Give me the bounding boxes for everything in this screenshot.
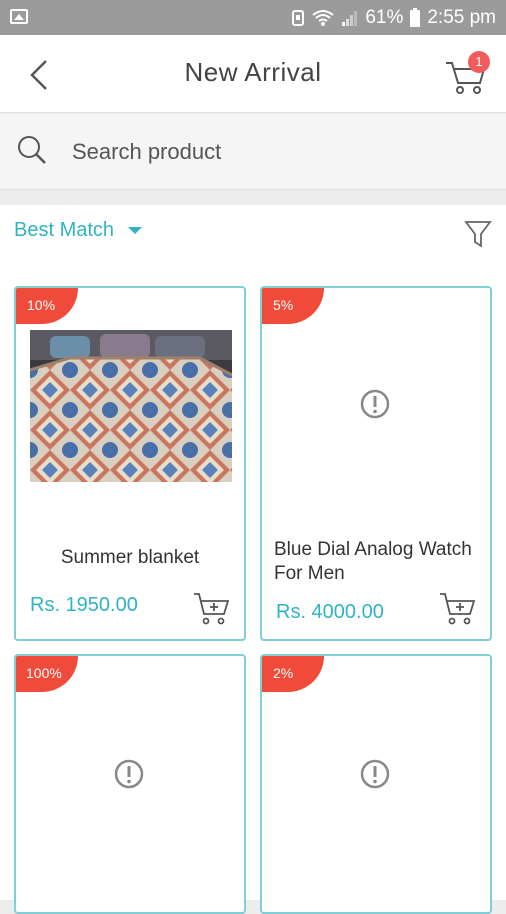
missing-image-icon [360,759,390,789]
sort-selected-label: Best Match [14,219,115,241]
discount-badge: 2% [262,656,324,692]
status-bar: 61% 2:55 pm [0,0,506,35]
cart-button[interactable]: 1 [444,51,490,97]
battery-percent: 61% [365,7,404,28]
product-card[interactable]: 100% [14,654,246,914]
discount-badge: 5% [262,288,324,324]
search-bar [0,114,506,190]
sort-bar: Best Match [0,205,506,263]
status-right: 61% 2:55 pm [291,7,496,29]
product-name: Blue Dial Analog Watch For Men [274,539,472,584]
discount-badge: 100% [16,656,78,692]
product-card[interactable]: 10% Summer blanket Rs. 1950.00 [14,286,246,641]
page-title: New Arrival [184,57,322,87]
missing-image-icon [360,389,390,419]
product-name: Summer blanket [60,547,200,568]
alarm-icon [292,10,305,26]
product-price: Rs. 4000.00 [276,601,384,623]
sort-dropdown[interactable]: Best Match [14,219,143,242]
signal-icon [342,11,358,26]
filter-icon[interactable] [464,219,492,249]
discount-badge: 10% [16,288,78,324]
wifi-icon [312,10,334,26]
product-card[interactable]: 2% [260,654,492,914]
product-price: Rs. 1950.00 [30,594,138,616]
battery-icon [410,8,421,27]
product-grid: 10% Summer blanket Rs. 1950.00 5% Blue D… [0,263,506,914]
add-to-cart-icon[interactable] [192,590,232,628]
missing-image-icon [114,759,144,789]
clock: 2:55 pm [427,7,496,28]
caret-down-icon [128,227,143,234]
product-card[interactable]: 5% Blue Dial Analog Watch For Men Rs. 40… [260,286,492,641]
search-icon [18,136,46,164]
cart-count-badge: 1 [468,51,490,73]
app-header: New Arrival 1 [0,35,506,113]
product-image [30,330,232,482]
gallery-notification-icon [10,9,28,24]
search-input[interactable] [72,132,472,172]
add-to-cart-icon[interactable] [438,590,478,628]
blanket-photo [30,330,232,482]
